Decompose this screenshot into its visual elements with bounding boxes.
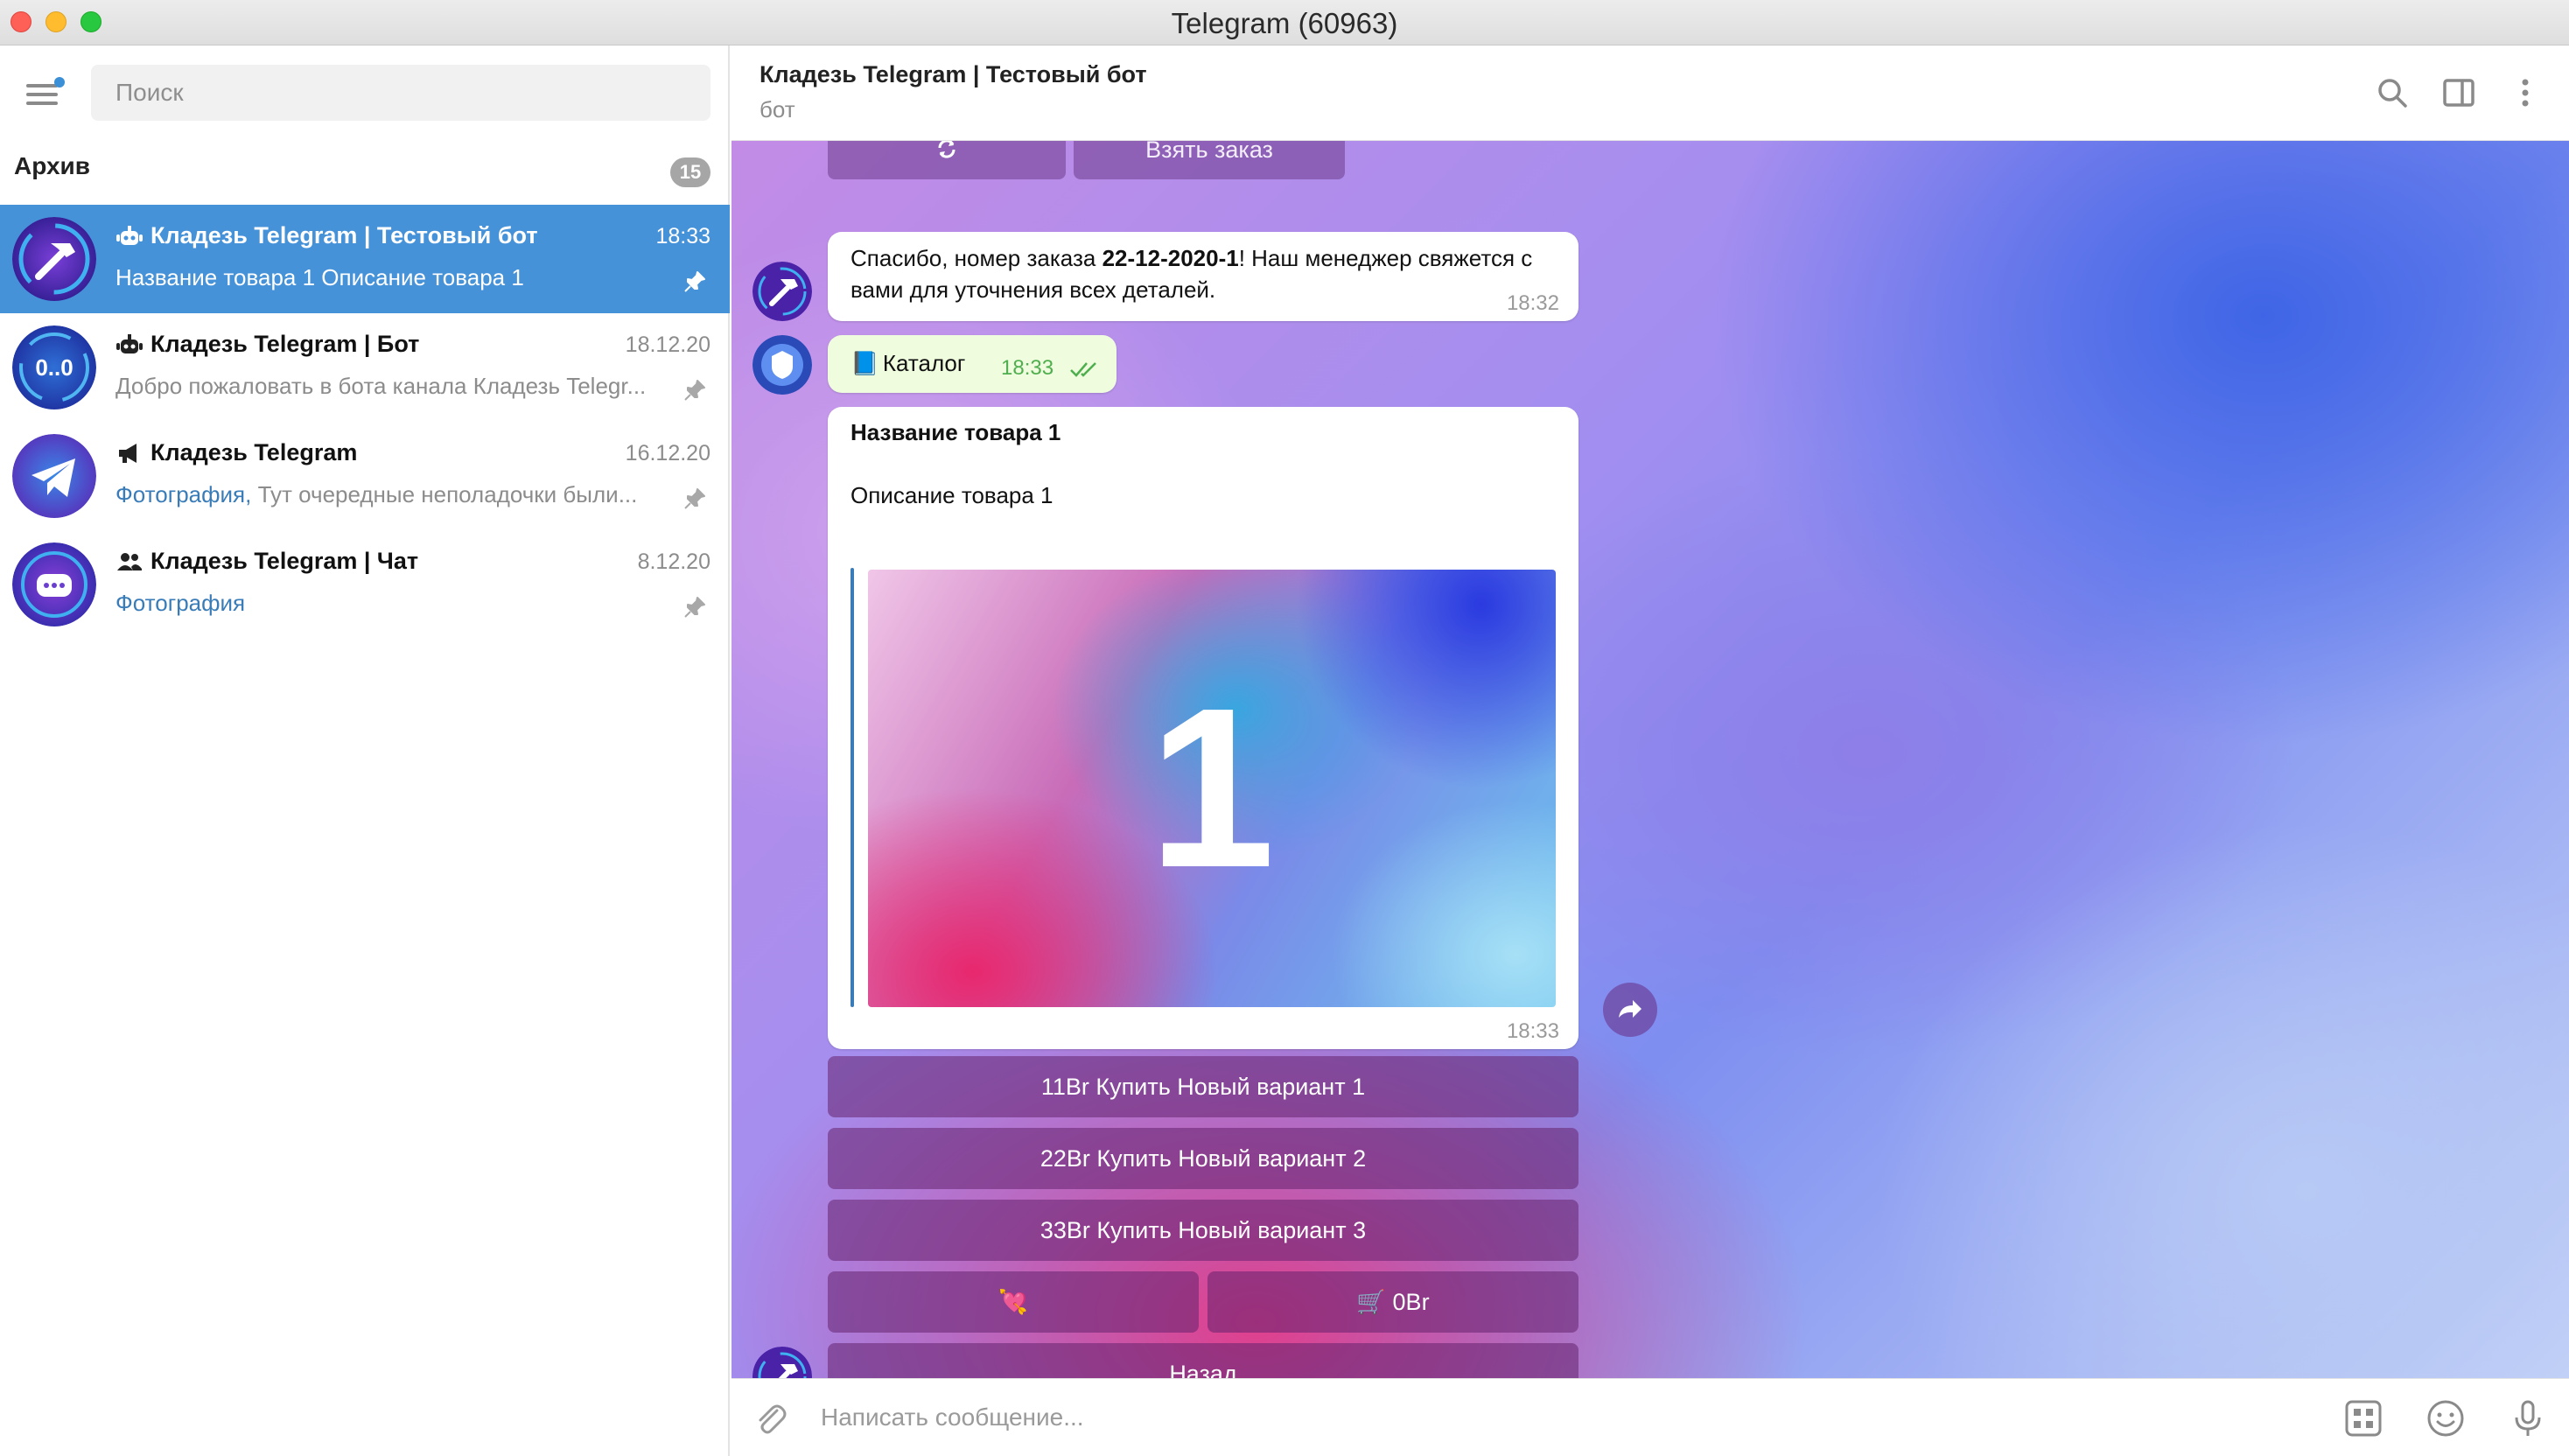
window-titlebar: Telegram (60963) — [0, 0, 2569, 46]
microphone-icon[interactable] — [2508, 1398, 2548, 1438]
sidebar-toggle-icon[interactable] — [2441, 75, 2476, 110]
product-image-number: 1 — [1148, 662, 1276, 915]
chat-title: Кладезь Telegram — [116, 439, 357, 466]
message-time: 18:32 — [1506, 291, 1559, 315]
chat-time: 8.12.20 — [637, 550, 710, 574]
message-composer — [732, 1378, 2569, 1456]
book-emoji-icon: 📘 — [850, 350, 879, 376]
chat-header-title[interactable]: Кладезь Telegram | Тестовый бот — [760, 61, 1147, 88]
back-button[interactable]: Назад — [828, 1343, 1578, 1378]
chat-header-status: бот — [760, 96, 795, 122]
chat-list-item[interactable]: Кладезь Telegram 16.12.20 Фотография, Ту… — [0, 422, 730, 530]
refresh-icon — [938, 141, 956, 158]
bot-icon — [116, 333, 143, 354]
chat-preview: Фотография — [116, 590, 667, 617]
emoji-icon[interactable] — [2426, 1398, 2466, 1438]
order-message-bubble: Спасибо, номер заказа 22-12-2020-1! Наш … — [828, 232, 1578, 321]
archive-count-badge: 15 — [670, 158, 710, 187]
chat-header: Кладезь Telegram | Тестовый бот бот — [732, 46, 2569, 141]
chat-preview: Название товара 1 Описание товара 1 — [116, 264, 524, 290]
more-vertical-icon[interactable] — [2508, 75, 2543, 110]
product-description: Описание товара 1 — [850, 482, 1054, 508]
chat-title: Кладезь Telegram | Тестовый бот — [116, 222, 538, 249]
bot-icon — [116, 225, 143, 245]
archive-label: Архив — [14, 152, 90, 179]
double-check-icon — [1070, 362, 1096, 377]
hamburger-menu-icon[interactable] — [26, 77, 65, 108]
buy-variant-2-button[interactable]: 22Br Купить Новый вариант 2 — [828, 1128, 1578, 1189]
buy-variant-3-button[interactable]: 33Br Купить Новый вариант 3 — [828, 1200, 1578, 1261]
chat-background: Взять заказ Спасибо, номер заказа 22-12-… — [732, 141, 2569, 1378]
catalog-message-bubble: 📘 Каталог 18:33 — [828, 335, 1116, 393]
chat-panel: Кладезь Telegram | Тестовый бот бот Взят… — [732, 46, 2569, 1456]
archive-folder[interactable]: Архив 15 — [0, 142, 730, 198]
buy-variant-1-button[interactable]: 11Br Купить Новый вариант 1 — [828, 1056, 1578, 1117]
cart-button[interactable]: 🛒 0Br — [1208, 1271, 1578, 1333]
chat-preview-media-label: Фотография, — [116, 481, 258, 508]
chat-title: Кладезь Telegram | Чат — [116, 548, 418, 575]
forward-button[interactable] — [1603, 983, 1657, 1037]
avatar — [12, 217, 96, 301]
chat-preview: Фотография, Тут очередные неполадочки бы… — [116, 481, 667, 508]
chat-preview-text: Тут очередные неполадочки были... — [257, 481, 638, 508]
group-icon — [117, 552, 142, 570]
chat-preview-media-label: Фотография — [116, 590, 246, 616]
chat-time: 18.12.20 — [625, 332, 710, 357]
avatar — [12, 542, 96, 626]
product-image[interactable]: 1 — [868, 570, 1556, 1007]
pin-icon — [684, 488, 705, 509]
forward-arrow-icon — [1619, 1000, 1642, 1018]
chat-title-text: Кладезь Telegram | Чат — [150, 548, 419, 574]
search-icon[interactable] — [2375, 75, 2410, 110]
chat-list-item[interactable]: Кладезь Telegram | Тестовый бот 18:33 На… — [0, 205, 730, 313]
chat-title-text: Кладезь Telegram | Тестовый бот — [150, 222, 538, 248]
window-title: Telegram (60963) — [1171, 7, 1398, 39]
chat-list-item[interactable]: 0..0 Кладезь Telegram | Бот 18.12.20 Доб… — [0, 313, 730, 422]
pin-icon — [684, 271, 705, 292]
avatar — [752, 335, 812, 395]
message-text: Каталог — [882, 350, 966, 376]
pin-icon — [684, 380, 705, 401]
avatar — [752, 1347, 812, 1378]
preview-accent-bar — [850, 568, 854, 1007]
refresh-button[interactable] — [828, 141, 1066, 179]
sidebar: Архив 15 Кладезь Telegram | Тестовый бот… — [0, 46, 730, 1456]
search-input[interactable] — [91, 65, 710, 121]
favorite-button[interactable]: 💘 — [828, 1271, 1199, 1333]
order-number: 22-12-2020-1 — [1102, 245, 1239, 271]
notification-dot — [54, 77, 65, 88]
message-time: 18:33 — [1001, 356, 1054, 380]
megaphone-icon — [119, 443, 136, 463]
chat-time: 16.12.20 — [625, 441, 710, 466]
message-text: Спасибо, номер заказа 22-12-2020-1! Наш … — [850, 242, 1556, 305]
pin-icon — [684, 597, 705, 618]
message-time: 18:33 — [1506, 1019, 1559, 1043]
chat-title-text: Кладезь Telegram — [150, 439, 358, 466]
chat-preview: Добро пожаловать в бота канала Кладезь T… — [116, 373, 647, 399]
take-order-button[interactable]: Взять заказ — [1074, 141, 1345, 179]
avatar: 0..0 — [12, 326, 96, 410]
chat-title-text: Кладезь Telegram | Бот — [150, 331, 420, 357]
avatar — [12, 434, 96, 518]
attach-icon[interactable] — [751, 1398, 791, 1438]
chat-title: Кладезь Telegram | Бот — [116, 331, 419, 358]
message-text-part: Спасибо, номер заказа — [850, 245, 1102, 271]
avatar-text: 0..0 — [35, 354, 73, 381]
message-input[interactable] — [821, 1388, 2308, 1447]
product-title: Название товара 1 — [850, 419, 1061, 445]
chat-time: 18:33 — [655, 224, 710, 248]
bot-keyboard-icon[interactable] — [2343, 1398, 2384, 1438]
chat-list-item[interactable]: Кладезь Telegram | Чат 8.12.20 Фотографи… — [0, 530, 730, 639]
avatar — [752, 262, 812, 321]
product-message-bubble: Название товара 1 Описание товара 1 1 18… — [828, 407, 1578, 1049]
